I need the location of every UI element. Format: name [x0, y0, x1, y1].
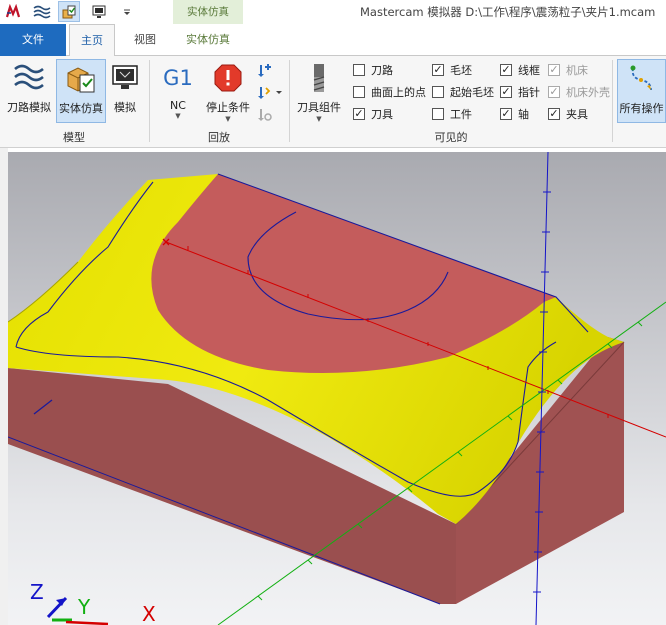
checkbox-machine: 机床 [548, 61, 588, 79]
all-operations-button[interactable]: 所有操作 [617, 59, 666, 123]
checkbox-box[interactable] [432, 108, 444, 120]
checkbox-box[interactable] [353, 86, 365, 98]
simulator-window: 实体仿真 Mastercam 模拟器 D:\工作\程序\震荡粒子\夹片1.mca… [0, 0, 666, 625]
checkbox-fixture[interactable]: 夹具 [548, 105, 588, 123]
chevron-down-icon: ▼ [316, 115, 322, 123]
backplot-icon [12, 61, 46, 95]
tab-file[interactable]: 文件 [0, 24, 66, 56]
chevron-down-icon: ▼ [225, 115, 231, 123]
checkbox-box[interactable] [432, 86, 444, 98]
checkbox-box[interactable] [548, 108, 560, 120]
checkbox-points-on-surface[interactable]: 曲面上的点 [353, 83, 426, 101]
title-bar: 实体仿真 Mastercam 模拟器 D:\工作\程序\震荡粒子\夹片1.mca… [0, 0, 666, 56]
tab-view[interactable]: 视图 [122, 24, 168, 56]
checkbox-box[interactable] [432, 64, 444, 76]
checkbox-tool[interactable]: 刀具 [353, 105, 393, 123]
stop-sign-icon [211, 61, 245, 95]
tab-verify[interactable]: 实体仿真 [173, 24, 243, 56]
tab-home[interactable]: 主页 [69, 24, 115, 57]
simulate-button[interactable]: 模拟 [108, 59, 142, 123]
checkbox-pointer[interactable]: 指针 [500, 83, 540, 101]
verify-quick-icon[interactable] [58, 1, 80, 22]
checkbox-box [548, 86, 560, 98]
axis-label-y: Y [78, 595, 91, 619]
chevron-down-icon: ▼ [175, 112, 181, 120]
checkbox-box[interactable] [500, 86, 512, 98]
group-separator [289, 60, 290, 142]
backplot-button[interactable]: 刀路模拟 [4, 59, 54, 123]
simulation-viewport[interactable]: Z Y X [8, 152, 666, 625]
nc-button[interactable]: G1 NC ▼ [156, 59, 200, 123]
customize-quick-access-icon[interactable] [116, 1, 138, 22]
step-disabled-icon [256, 106, 274, 124]
checkbox-workpiece[interactable]: 工件 [432, 105, 472, 123]
model-group-label: 模型 [63, 131, 85, 144]
window-title: Mastercam 模拟器 D:\工作\程序\震荡粒子\夹片1.mcam [360, 5, 656, 19]
chevron-down-icon[interactable] [274, 84, 284, 102]
backplot-quick-icon[interactable] [31, 1, 53, 22]
group-separator [612, 60, 613, 142]
stop-conditions-button[interactable]: 停止条件 ▼ [203, 59, 253, 123]
checkbox-box[interactable] [353, 64, 365, 76]
checkbox-box [548, 64, 560, 76]
context-group-label: 实体仿真 [187, 6, 229, 18]
axis-label-x: X [142, 602, 156, 625]
visible-group-label: 可见的 [434, 131, 468, 144]
simulate-quick-icon[interactable] [88, 1, 110, 22]
checkbox-toolpath[interactable]: 刀路 [353, 61, 393, 79]
checkbox-axes[interactable]: 轴 [500, 105, 529, 123]
checkbox-box[interactable] [500, 108, 512, 120]
verify-button[interactable]: 实体仿真 [56, 59, 106, 123]
tool-assembly-button[interactable]: 刀具组件 ▼ [294, 59, 344, 123]
g1-icon: G1 [163, 66, 193, 90]
simulation-scene [8, 152, 666, 625]
checkbox-box[interactable] [500, 64, 512, 76]
all-operations-icon [625, 62, 659, 96]
left-panel-edge [0, 148, 8, 625]
checkbox-stock[interactable]: 毛坯 [432, 61, 472, 79]
checkbox-wireframe[interactable]: 线框 [500, 61, 540, 79]
step-forward-icon[interactable] [256, 62, 274, 80]
checkbox-initial-stock[interactable]: 起始毛坯 [432, 83, 494, 101]
playback-group-label: 回放 [208, 131, 230, 144]
simulate-icon [108, 61, 142, 95]
mastercam-logo-icon[interactable] [2, 1, 24, 22]
ribbon-tab-row: 文件 主页 视图 实体仿真 [0, 24, 666, 57]
axis-label-z: Z [30, 580, 44, 604]
ribbon-panel: 刀路模拟 实体仿真 模拟 模型 G1 NC ▼ 停止条件 ▼ 回放 刀具组件 ▼… [0, 56, 666, 148]
end-mill-icon [302, 61, 336, 95]
step-options-icon[interactable] [256, 84, 274, 102]
checkbox-machine-housing: 机床外壳 [548, 83, 610, 101]
checkbox-box[interactable] [353, 108, 365, 120]
verify-icon [64, 62, 98, 96]
